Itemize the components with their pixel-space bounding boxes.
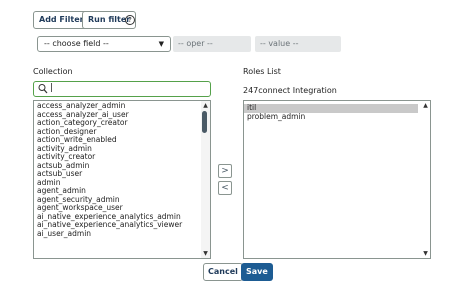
help-icon[interactable]: ? <box>125 15 135 25</box>
roles-listbox[interactable]: itil problem_admin ▲ ▼ <box>243 100 431 259</box>
search-icon <box>38 84 48 94</box>
scroll-up-icon[interactable]: ▲ <box>422 102 429 109</box>
role-list-item[interactable]: problem_admin <box>244 112 418 122</box>
chevron-right-icon: > <box>221 166 229 176</box>
save-button[interactable]: Save <box>241 263 273 281</box>
remove-role-button[interactable]: < <box>218 181 232 195</box>
collection-scrollbar[interactable]: ▲ ▼ <box>201 101 210 258</box>
scrollbar-thumb[interactable] <box>202 111 207 133</box>
scroll-down-icon[interactable]: ▼ <box>202 250 209 257</box>
search-text: | <box>50 83 54 93</box>
roles-subheading: 247connect Integration <box>243 86 337 95</box>
chevron-down-icon: ▼ <box>158 40 164 48</box>
value-field: -- value -- <box>255 36 341 52</box>
choose-field-select[interactable]: -- choose field -- ▼ <box>37 36 171 52</box>
chevron-left-icon: < <box>221 183 229 193</box>
collection-list-item[interactable]: ai_user_admin <box>34 229 210 239</box>
collection-search-input[interactable]: | <box>33 81 211 97</box>
scroll-up-icon[interactable]: ▲ <box>202 102 209 109</box>
roles-list-heading: Roles List <box>243 67 281 76</box>
operator-field: -- oper -- <box>173 36 251 52</box>
choose-field-value: -- choose field -- <box>44 39 109 48</box>
add-role-button[interactable]: > <box>218 164 232 178</box>
scroll-down-icon[interactable]: ▼ <box>422 250 429 257</box>
roles-scrollbar[interactable]: ▲ ▼ <box>421 101 430 258</box>
collection-listbox[interactable]: access_analyzer_admin access_analyzer_ai_… <box>33 100 211 259</box>
collection-heading: Collection <box>33 67 73 76</box>
cancel-button[interactable]: Cancel <box>203 263 243 281</box>
